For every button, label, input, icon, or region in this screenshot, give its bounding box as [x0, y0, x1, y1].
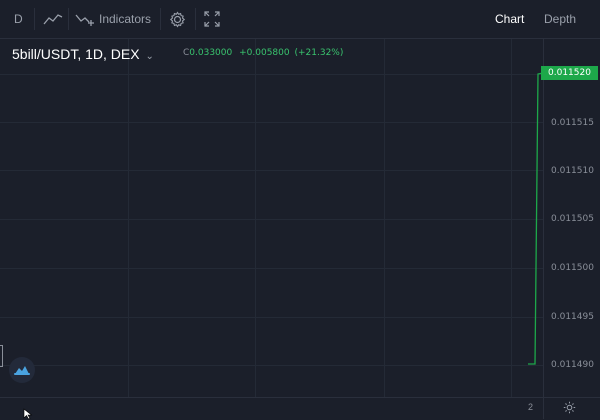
symbol-title[interactable]: 5bill/USDT, 1D, DEX ⌄ — [12, 46, 154, 62]
time-axis[interactable]: 2 — [0, 397, 600, 420]
change-value: +0.005800 — [239, 48, 290, 58]
price-tick: 0.011500 — [551, 263, 594, 273]
price-line — [528, 72, 544, 365]
price-tick: 0.011490 — [551, 360, 594, 370]
chevron-down-icon: ⌄ — [145, 51, 154, 62]
last-price-badge: 0.011520 — [541, 66, 598, 80]
price-tick: 0.011505 — [551, 214, 594, 224]
price-tick: 0.011515 — [551, 118, 594, 128]
time-tick: 2 — [528, 402, 534, 412]
price-tick: 0.011495 — [551, 312, 594, 322]
gear-icon[interactable] — [563, 401, 576, 414]
cloud-logo-icon — [14, 366, 30, 375]
ohlc-legend: C0.033000 +0.005800 (+21.32%) — [183, 48, 343, 58]
change-percent: (+21.32%) — [294, 48, 344, 58]
symbol-label: 5bill/USDT, 1D, DEX — [12, 46, 140, 62]
mouse-cursor-icon — [23, 408, 33, 420]
close-value: 0.033000 — [189, 48, 233, 58]
left-edge-marker — [0, 345, 3, 367]
price-tick: 0.011510 — [551, 166, 594, 176]
axis-divider — [543, 398, 544, 419]
logo-button[interactable] — [9, 357, 35, 383]
